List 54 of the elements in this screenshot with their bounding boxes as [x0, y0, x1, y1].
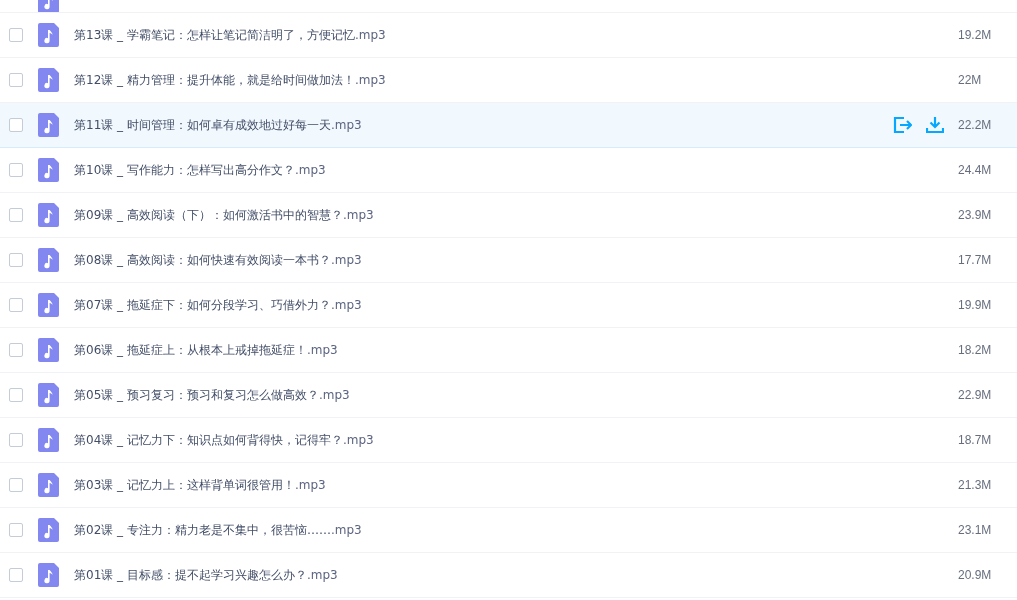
file-name[interactable]: 第13课 _ 学霸笔记：怎样让笔记简洁明了，方便记忆.mp3: [74, 26, 386, 44]
checkbox[interactable]: [9, 28, 23, 42]
file-name[interactable]: 第02课 _ 专注力：精力老是不集中，很苦恼…….mp3: [74, 521, 362, 539]
file-size: 22M: [958, 72, 983, 89]
file-name[interactable]: 第05课 _ 预习复习：预习和复习怎么做高效？.mp3: [74, 386, 350, 404]
audio-file-icon: [38, 203, 59, 227]
file-size: 21.3M: [958, 477, 993, 494]
checkbox[interactable]: [9, 253, 23, 267]
file-name[interactable]: 第03课 _ 记忆力上：这样背单词很管用！.mp3: [74, 476, 326, 494]
file-name[interactable]: 第10课 _ 写作能力：怎样写出高分作文？.mp3: [74, 161, 326, 179]
file-name[interactable]: 第01课 _ 目标感：提不起学习兴趣怎么办？.mp3: [74, 566, 338, 584]
audio-file-icon: [38, 158, 59, 182]
file-name[interactable]: 第09课 _ 高效阅读（下）：如何激活书中的智慧？.mp3: [74, 206, 374, 224]
audio-file-icon: [38, 428, 59, 452]
download-icon[interactable]: [926, 116, 944, 134]
file-size: 18.2M: [958, 342, 993, 359]
file-name[interactable]: 第08课 _ 高效阅读：如何快速有效阅读一本书？.mp3: [74, 251, 362, 269]
checkbox[interactable]: [9, 388, 23, 402]
audio-file-icon: [38, 23, 59, 47]
file-size: 17.7M: [958, 252, 993, 269]
checkbox[interactable]: [9, 118, 23, 132]
file-name[interactable]: 第04课 _ 记忆力下：知识点如何背得快，记得牢？.mp3: [74, 431, 374, 449]
checkbox[interactable]: [9, 478, 23, 492]
file-size: 20.9M: [958, 567, 993, 584]
audio-file-icon: [38, 68, 59, 92]
audio-file-icon: [38, 248, 59, 272]
audio-file-icon: [38, 338, 59, 362]
checkbox[interactable]: [9, 343, 23, 357]
file-size: 22.9M: [958, 387, 993, 404]
audio-file-icon: [38, 293, 59, 317]
checkbox[interactable]: [9, 73, 23, 87]
file-size: 19.2M: [958, 27, 993, 44]
file-name[interactable]: 第12课 _ 精力管理：提升体能，就是给时间做加法！.mp3: [74, 71, 386, 89]
audio-file-icon: [38, 518, 59, 542]
file-name[interactable]: 第06课 _ 拖延症上：从根本上戒掉拖延症！.mp3: [74, 341, 338, 359]
checkbox[interactable]: [9, 433, 23, 447]
audio-file-icon: [38, 473, 59, 497]
file-size: 23.1M: [958, 522, 993, 539]
checkbox[interactable]: [9, 208, 23, 222]
file-size: 19.9M: [958, 297, 993, 314]
file-size: 22.2M: [958, 117, 993, 134]
checkbox[interactable]: [9, 298, 23, 312]
file-size: 23.9M: [958, 207, 993, 224]
checkbox[interactable]: [9, 568, 23, 582]
file-name[interactable]: 第11课 _ 时间管理：如何卓有成效地过好每一天.mp3: [74, 116, 362, 134]
checkbox[interactable]: [9, 163, 23, 177]
audio-file-icon: [38, 383, 59, 407]
file-name[interactable]: 第07课 _ 拖延症下：如何分段学习、巧借外力？.mp3: [74, 296, 362, 314]
share-icon[interactable]: [892, 116, 912, 134]
file-size: 24.4M: [958, 162, 993, 179]
audio-file-icon: [38, 563, 59, 587]
audio-file-icon: [38, 113, 59, 137]
file-size: 18.7M: [958, 432, 993, 449]
checkbox[interactable]: [9, 523, 23, 537]
